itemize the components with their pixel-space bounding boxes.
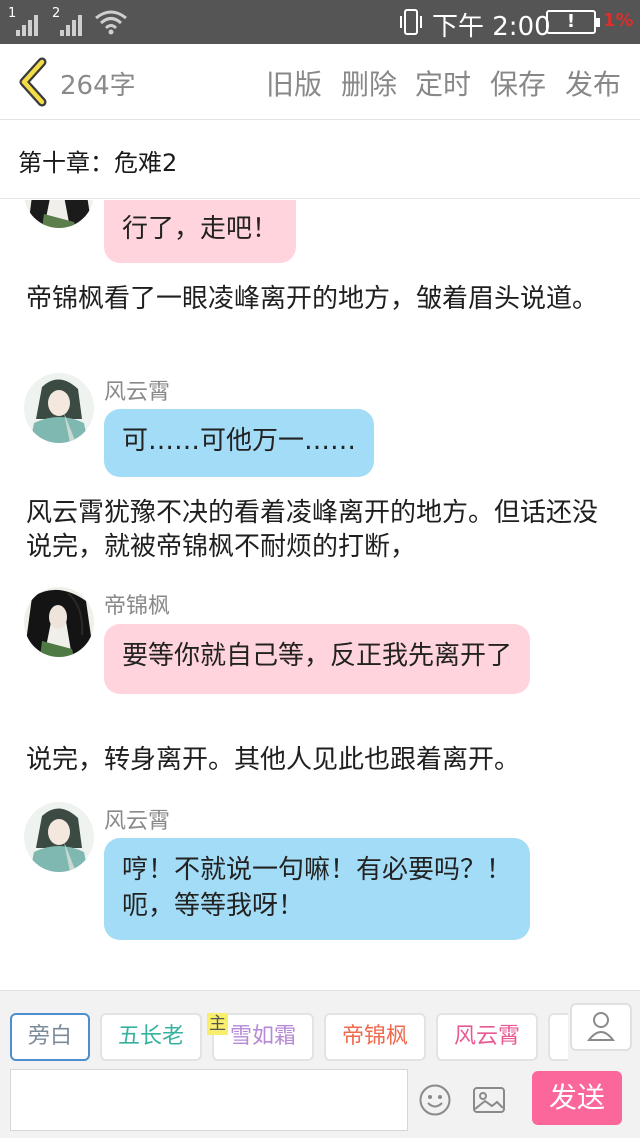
publish-button[interactable]: 发布 bbox=[565, 63, 621, 103]
speaker-name: 风云霄 bbox=[104, 809, 171, 834]
character-chip-wuzhanglao[interactable]: 五长老 bbox=[100, 1013, 202, 1061]
character-chip-overflow[interactable] bbox=[548, 1013, 568, 1061]
battery-percent: 1% bbox=[603, 10, 634, 31]
message-text: 可……可他万一…… bbox=[122, 426, 357, 456]
message-text-line-1: 哼！不就说一句嘛！有必要吗？！ bbox=[122, 855, 513, 885]
message-bubble[interactable]: 要等你就自己等，反正我先离开了 bbox=[104, 624, 531, 694]
character-chip-label: 风云霄 bbox=[453, 1024, 520, 1049]
person-icon bbox=[586, 1012, 616, 1041]
save-button[interactable]: 保存 bbox=[490, 63, 546, 103]
back-chevron-icon[interactable] bbox=[14, 56, 54, 108]
message-bubble[interactable]: 哼！不就说一句嘛！有必要吗？！ 呃，等等我呀！ bbox=[104, 838, 531, 940]
message-bubble[interactable]: 行了，走吧！ bbox=[104, 200, 297, 263]
message-text: 要等你就自己等，反正我先离开了 bbox=[122, 641, 513, 671]
character-chip-label: 雪如霜 bbox=[229, 1024, 296, 1049]
clock: 下午 2:00 bbox=[432, 12, 551, 42]
character-chip-fengyunxiao[interactable]: 风云霄 bbox=[436, 1013, 538, 1061]
avatar-fengyunxiao[interactable] bbox=[24, 373, 94, 443]
character-chip-label: 帝锦枫 bbox=[341, 1024, 408, 1049]
status-bar: 1 2 下午 2:00 ! 1% bbox=[0, 0, 640, 44]
avatar-dijinfeng[interactable] bbox=[24, 200, 94, 228]
story-content[interactable]: 行了，走吧！ 帝锦枫看了一眼凌峰离开的地方，皱着眉头说道。 风云霄 可……可他万… bbox=[0, 200, 640, 990]
battery-icon: ! bbox=[546, 10, 600, 34]
composer-panel: 旁白 五长老 雪如霜 主 帝锦枫 风云霄 发送 bbox=[0, 990, 640, 1138]
image-icon[interactable] bbox=[472, 1085, 506, 1115]
battery-warning: ! bbox=[566, 11, 576, 32]
wifi-icon bbox=[95, 10, 127, 35]
narration-paragraph[interactable]: 说完，转身离开。其他人见此也跟着离开。 bbox=[26, 743, 616, 777]
chapter-header: 第十章：危难2 bbox=[0, 121, 640, 199]
narration-paragraph[interactable]: 风云霄犹豫不决的看着凌峰离开的地方。但话还没说完，就被帝锦枫不耐烦的打断， bbox=[26, 496, 616, 564]
speaker-name: 风云霄 bbox=[104, 380, 171, 405]
protagonist-badge: 主 bbox=[207, 1013, 228, 1035]
add-character-button[interactable] bbox=[570, 1003, 632, 1051]
editor-toolbar: 264字 旧版 删除 定时 保存 发布 bbox=[0, 44, 640, 120]
emoji-icon[interactable] bbox=[418, 1083, 452, 1117]
word-count: 264字 bbox=[60, 71, 136, 101]
message-bubble[interactable]: 可……可他万一…… bbox=[104, 409, 375, 477]
avatar-fengyunxiao[interactable] bbox=[24, 802, 94, 872]
character-chip-label: 五长老 bbox=[117, 1024, 184, 1049]
message-text: 行了，走吧！ bbox=[122, 214, 279, 244]
vibrate-icon bbox=[400, 9, 422, 35]
schedule-button[interactable]: 定时 bbox=[415, 63, 471, 103]
delete-button[interactable]: 删除 bbox=[341, 63, 397, 103]
send-button[interactable]: 发送 bbox=[532, 1071, 622, 1125]
message-text-line-2: 呃，等等我呀！ bbox=[122, 891, 305, 921]
speaker-name: 帝锦枫 bbox=[104, 594, 171, 619]
character-chip-narrator[interactable]: 旁白 bbox=[10, 1013, 90, 1061]
old-version-button[interactable]: 旧版 bbox=[266, 63, 322, 103]
narration-paragraph[interactable]: 帝锦枫看了一眼凌峰离开的地方，皱着眉头说道。 bbox=[26, 282, 616, 316]
app-screen: 1 2 下午 2:00 ! 1% 264字 旧版 删除 定时 保存 发布 第十章… bbox=[0, 0, 640, 1138]
character-chip-label: 旁白 bbox=[27, 1024, 72, 1049]
character-chip-dijinfeng[interactable]: 帝锦枫 bbox=[324, 1013, 426, 1061]
avatar-dijinfeng[interactable] bbox=[24, 587, 94, 657]
chapter-title[interactable]: 第十章：危难2 bbox=[18, 143, 177, 178]
message-input[interactable] bbox=[10, 1069, 408, 1131]
